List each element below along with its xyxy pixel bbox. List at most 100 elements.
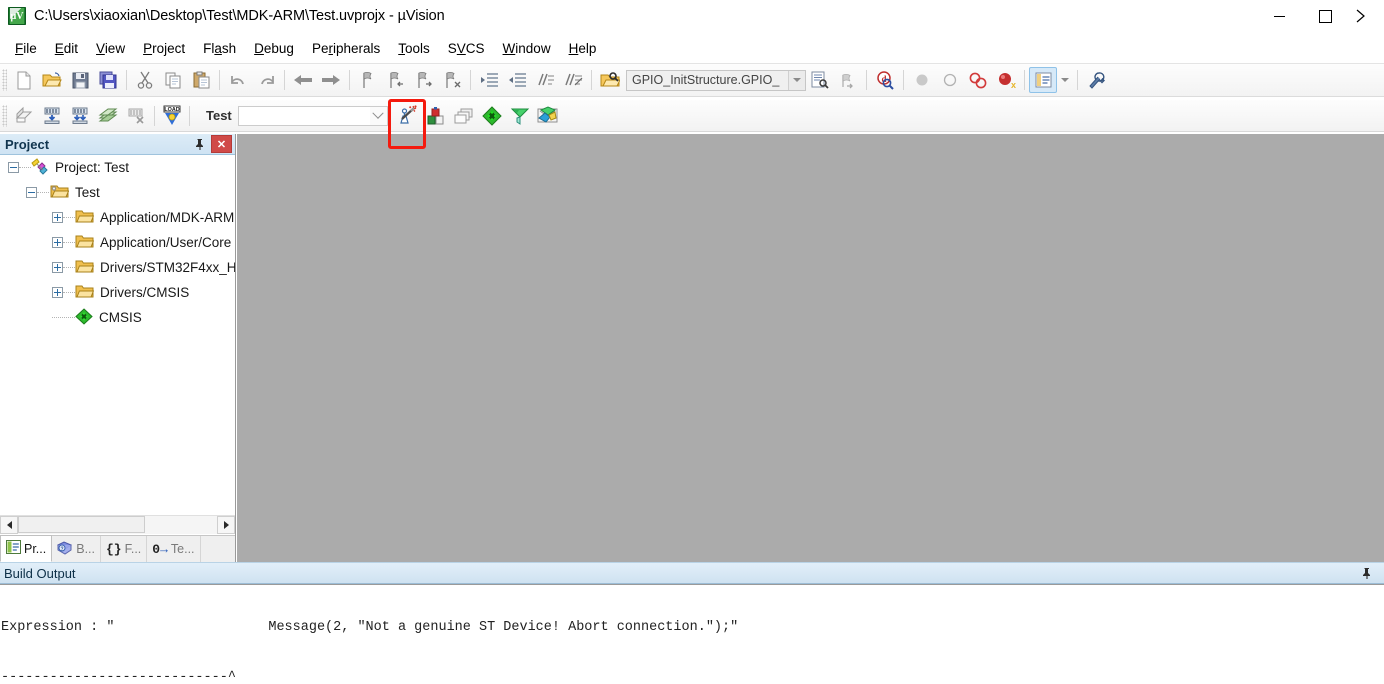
tab-books[interactable]: ? B...: [52, 536, 101, 562]
project-tree[interactable]: Project: Test Test Application/MDK-ARM A…: [0, 155, 235, 513]
manage-windows-dropdown-icon[interactable]: [1057, 67, 1073, 93]
manage-windows-icon[interactable]: [1029, 67, 1057, 93]
build-output-panel: Build Output Expression : " Message(2, "…: [0, 562, 1384, 684]
indent-left-icon[interactable]: [503, 67, 531, 93]
menu-tools[interactable]: Tools: [389, 39, 439, 58]
tree-connector: [52, 316, 75, 319]
tab-project[interactable]: Pr...: [0, 535, 53, 562]
debug-session-icon[interactable]: d: [871, 67, 899, 93]
tree-node-cmsis[interactable]: CMSIS: [0, 305, 235, 330]
bookmark-grey-icon[interactable]: [834, 67, 862, 93]
expander-expand-icon[interactable]: [52, 287, 63, 298]
breakpoint-hollow-icon[interactable]: [936, 67, 964, 93]
editor-mdi-area[interactable]: [237, 134, 1384, 562]
build-output-text[interactable]: Expression : " Message(2, "Not a genuine…: [0, 584, 1384, 682]
tab-label: Pr...: [24, 541, 47, 556]
scroll-left-icon[interactable]: [0, 516, 18, 534]
translate-file-icon[interactable]: [10, 103, 38, 129]
comment-icon[interactable]: [531, 67, 559, 93]
hscroll-track[interactable]: [18, 516, 217, 534]
tree-node-project[interactable]: Project: Test: [0, 155, 235, 180]
incremental-find-icon[interactable]: [806, 67, 834, 93]
tree-node-target[interactable]: Test: [0, 180, 235, 205]
copy-icon[interactable]: [159, 67, 187, 93]
menu-view[interactable]: View: [87, 39, 134, 58]
navigate-back-icon[interactable]: [289, 67, 317, 93]
find-combo[interactable]: GPIO_InitStructure.GPIO_: [626, 69, 806, 91]
tree-node-group[interactable]: Drivers/CMSIS: [0, 280, 235, 305]
undo-icon[interactable]: [224, 67, 252, 93]
uncomment-icon[interactable]: [559, 67, 587, 93]
build-target-icon[interactable]: [38, 103, 66, 129]
minimize-button[interactable]: [1256, 0, 1302, 32]
folder-icon: [75, 284, 95, 302]
batch-build-icon[interactable]: [94, 103, 122, 129]
build-output-line: Expression : " Message(2, "Not a genuine…: [1, 620, 739, 635]
target-select-dropdown-icon[interactable]: [369, 106, 387, 125]
open-build-folder-icon[interactable]: [534, 103, 562, 129]
toolbar-separator: [154, 105, 155, 126]
menu-project[interactable]: Project: [134, 39, 194, 58]
toolbar-grip[interactable]: [2, 69, 7, 91]
save-all-icon[interactable]: [94, 67, 122, 93]
tab-functions[interactable]: {} F...: [101, 536, 148, 562]
svg-text:LOAD: LOAD: [164, 107, 179, 113]
bookmark-clear-icon[interactable]: [438, 67, 466, 93]
manage-run-time-env-icon[interactable]: [422, 103, 450, 129]
toolbar-separator: [1077, 70, 1078, 90]
bookmark-next-icon[interactable]: [410, 67, 438, 93]
manage-project-items-icon[interactable]: [506, 103, 534, 129]
find-combo-dropdown-icon[interactable]: [788, 70, 805, 90]
cut-icon[interactable]: [131, 67, 159, 93]
close-icon[interactable]: ✕: [211, 135, 232, 153]
paste-icon[interactable]: [187, 67, 215, 93]
new-file-icon[interactable]: [10, 67, 38, 93]
menu-file[interactable]: File: [6, 39, 46, 58]
indent-right-icon[interactable]: [475, 67, 503, 93]
expander-expand-icon[interactable]: [52, 262, 63, 273]
close-button[interactable]: [1348, 0, 1384, 32]
menu-svcs[interactable]: SVCS: [439, 39, 494, 58]
expander-collapse-icon[interactable]: [8, 162, 19, 173]
hscroll-thumb[interactable]: [18, 516, 146, 533]
find-combo-value: GPIO_InitStructure.GPIO_: [632, 73, 780, 87]
save-icon[interactable]: [66, 67, 94, 93]
download-icon[interactable]: LOAD: [159, 103, 185, 129]
configuration-wizard-icon[interactable]: [394, 103, 422, 129]
pin-icon[interactable]: [1358, 564, 1376, 582]
menu-help[interactable]: Help: [560, 39, 606, 58]
target-select[interactable]: [237, 105, 388, 126]
tab-templates[interactable]: 0→ Te...: [147, 536, 201, 562]
kill-all-breakpoints-icon[interactable]: x: [992, 67, 1020, 93]
pin-icon[interactable]: [191, 135, 209, 153]
build-toolbar-grip[interactable]: [2, 104, 7, 127]
expander-collapse-icon[interactable]: [26, 187, 37, 198]
breakpoint-grey-icon[interactable]: [908, 67, 936, 93]
select-software-packs-icon[interactable]: [450, 103, 478, 129]
maximize-button[interactable]: [1302, 0, 1348, 32]
menu-flash[interactable]: Flash: [194, 39, 245, 58]
rebuild-all-icon[interactable]: [66, 103, 94, 129]
menu-edit[interactable]: Edit: [46, 39, 87, 58]
tree-node-group[interactable]: Application/User/Core: [0, 230, 235, 255]
tree-node-group[interactable]: Drivers/STM32F4xx_HAL: [0, 255, 235, 280]
find-in-files-icon[interactable]: [596, 67, 624, 93]
menu-peripherals[interactable]: Peripherals: [303, 39, 389, 58]
project-tree-hscrollbar[interactable]: [0, 515, 235, 534]
open-file-icon[interactable]: [38, 67, 66, 93]
scroll-right-icon[interactable]: [217, 516, 235, 534]
stop-build-icon[interactable]: [122, 103, 150, 129]
expander-expand-icon[interactable]: [52, 212, 63, 223]
menu-window[interactable]: Window: [494, 39, 560, 58]
tree-node-group[interactable]: Application/MDK-ARM: [0, 205, 235, 230]
menu-debug[interactable]: Debug: [245, 39, 303, 58]
redo-icon[interactable]: [252, 67, 280, 93]
configure-icon[interactable]: [1082, 67, 1110, 93]
bookmark-toggle-icon[interactable]: [354, 67, 382, 93]
disable-all-breakpoints-icon[interactable]: [964, 67, 992, 93]
pack-installer-icon[interactable]: [478, 103, 506, 129]
expander-expand-icon[interactable]: [52, 237, 63, 248]
navigate-forward-icon[interactable]: [317, 67, 345, 93]
bookmark-prev-icon[interactable]: [382, 67, 410, 93]
tree-node-label: Drivers/CMSIS: [100, 285, 190, 300]
